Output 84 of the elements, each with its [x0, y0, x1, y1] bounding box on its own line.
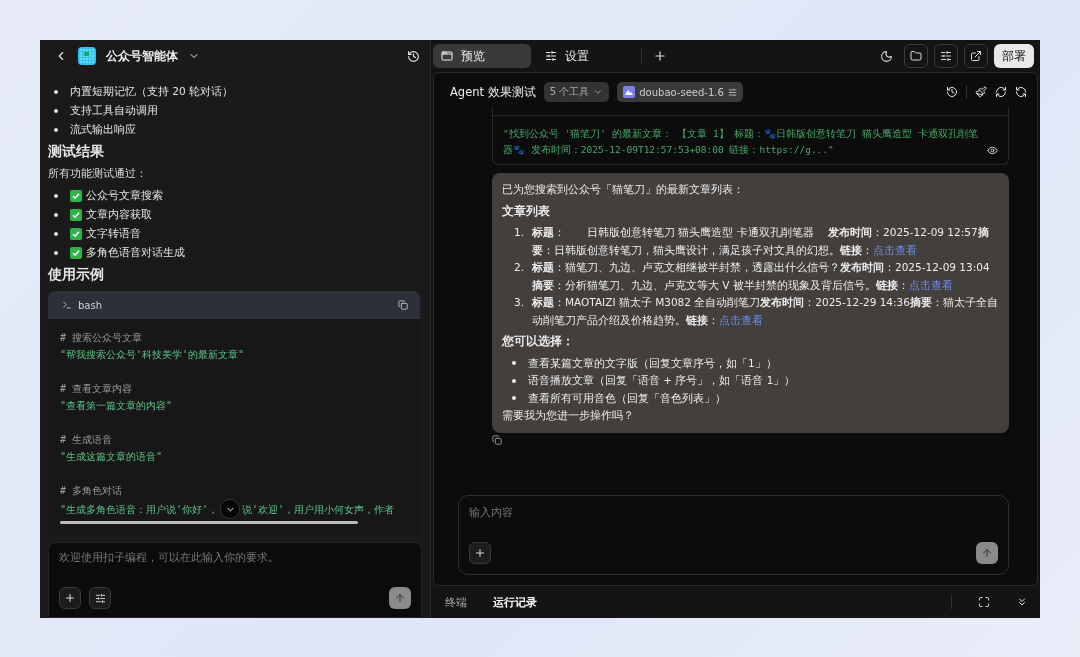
chevron-down-icon: [593, 87, 604, 97]
sliders-icon: [545, 50, 557, 62]
view-link[interactable]: 点击查看: [908, 278, 953, 291]
arrow-up-icon: [394, 592, 406, 604]
feature-item: 内置短期记忆（支持 20 轮对话）: [70, 84, 234, 99]
moon-icon: [879, 49, 893, 63]
sliders-icon: [727, 87, 737, 97]
arrow-up-icon: [981, 547, 993, 559]
results-intro: 所有功能测试通过：: [48, 166, 148, 181]
sliders-icon: [940, 50, 952, 62]
message-field[interactable]: 输入内容: [469, 506, 998, 519]
copy-icon[interactable]: [398, 300, 408, 310]
collapse-icon[interactable]: [1016, 596, 1028, 608]
code-comment: # 生成语音: [60, 433, 114, 447]
section-heading: 使用示例: [48, 266, 105, 284]
plus-icon: [653, 49, 667, 63]
code-string: "查看第一篇文章的内容": [60, 399, 173, 413]
code-string: "生成多角色语音：用户说'你好'，: [60, 502, 219, 517]
option-item: 查看某篇文章的文字版（回复文章序号，如「1」）: [528, 355, 777, 371]
option-item: 查看所有可用音色（回复「音色列表」）: [528, 390, 726, 406]
folder-icon: [910, 50, 922, 62]
reset-icon[interactable]: [1015, 86, 1027, 98]
code-string: "生成这篇文章的语音": [60, 450, 163, 464]
view-icon[interactable]: [987, 145, 998, 156]
code-comment: # 查看文章内容: [60, 382, 134, 396]
tool-result: "找到公众号 '猫笔刀' 的最新文章： 【文章 1】 标题：🐾日韩版创意转笔刀 猫头鹰造型 卡通双孔削笔器🐾 发布时间：2025-12-09T12:57:53+08:00 链接：https://g...": [503, 127, 979, 157]
tab[interactable]: 运行记录: [493, 594, 537, 610]
model-icon: [623, 86, 636, 98]
message-heading: 文章列表: [502, 202, 551, 220]
tab[interactable]: 预览: [433, 44, 531, 68]
view-link[interactable]: 点击查看: [873, 243, 917, 256]
message-intro: 已为您搜索到公众号「猫笔刀」的最新文章列表：: [502, 182, 745, 197]
settings-button[interactable]: [934, 44, 958, 68]
scroll-down-button[interactable]: [220, 499, 241, 519]
logo-icon: [78, 47, 96, 65]
feature-item: 流式输出响应: [70, 122, 136, 137]
list-number: 3.: [512, 295, 524, 310]
plus-icon: [64, 592, 76, 604]
settings-button[interactable]: [89, 587, 111, 609]
feature-item: 支持工具自动调用: [70, 103, 158, 118]
add-button[interactable]: [469, 542, 491, 564]
section-heading: 测试结果: [48, 143, 105, 161]
list-number: 1.: [512, 225, 524, 240]
result-item: 文章内容获取: [86, 207, 152, 222]
result-item: 文字转语音: [86, 226, 141, 241]
code-string: "帮我搜索公众号'科技美学'的最新文章": [60, 348, 245, 362]
result-item: 多角色语音对话生成: [86, 245, 185, 260]
code-comment: # 多角色对话: [60, 484, 124, 498]
deploy-button[interactable]: 部署: [994, 44, 1034, 68]
article-item: 标题： 日韩版创意转笔刀 猫头鹰造型 卡通双孔削笔器 发布时间：2025-12-09 12:57摘要：日韩版创意转笔刀，猫头鹰设计，满足孩子对文具的幻想。链接：点击查看: [532, 225, 990, 258]
prompt-field[interactable]: 欢迎使用扣子编程，可以在此输入你的要求。: [59, 551, 411, 564]
code-language: bash: [78, 299, 103, 311]
window-icon: [441, 50, 453, 62]
panel-title: Agent 效果测试: [450, 84, 536, 100]
code-string: 说'欢迎'，用户用小何女声，作者: [242, 502, 395, 517]
article-item: 标题：MAOTAIZI 猫太子 M3082 全自动削笔刀发布时间：2025-12-29 14:36摘要：猫太子全自动削笔刀产品介绍及价格趋势。链接：点击查看: [532, 295, 999, 328]
copy-icon[interactable]: [492, 434, 502, 445]
external-link-icon: [970, 50, 982, 62]
send-button[interactable]: [976, 542, 998, 564]
message-heading: 您可以选择：: [502, 333, 575, 350]
clear-icon[interactable]: [975, 86, 987, 98]
article-item: 标题：猫笔刀、九边、卢克文相继被半封禁，透露出什么信号？发布时间：2025-12-09 13:04摘要：分析猫笔刀、九边、卢克文等大 V 被半封禁的现象及背后信号。链接：点击查看: [532, 260, 991, 293]
history-icon[interactable]: [407, 49, 420, 63]
send-button[interactable]: [389, 587, 411, 609]
option-item: 语音播放文章（回复「语音 + 序号」，如「语音 1」）: [528, 373, 796, 388]
fullscreen-icon[interactable]: [978, 596, 990, 608]
model-selector[interactable]: doubao-seed-1.6: [617, 82, 743, 102]
refresh-icon[interactable]: [995, 86, 1007, 98]
message-closing: 需要我为您进一步操作吗？: [502, 408, 635, 423]
code-comment: # 搜索公众号文章: [60, 331, 144, 345]
plus-icon: [474, 547, 486, 559]
add-button[interactable]: [59, 587, 81, 609]
history-icon[interactable]: [946, 86, 958, 98]
view-link[interactable]: 点击查看: [719, 313, 763, 326]
tab[interactable]: 终端: [445, 594, 467, 610]
tab[interactable]: 设置: [537, 44, 635, 68]
open-external-button[interactable]: [964, 44, 988, 68]
terminal-icon: [62, 300, 72, 310]
list-number: 2.: [512, 260, 524, 275]
folder-button[interactable]: [904, 44, 928, 68]
result-item: 公众号文章搜索: [86, 188, 163, 203]
agent-title: 公众号智能体: [106, 47, 178, 65]
sliders-icon: [94, 592, 106, 604]
tools-dropdown[interactable]: 5 个工具: [543, 82, 610, 102]
